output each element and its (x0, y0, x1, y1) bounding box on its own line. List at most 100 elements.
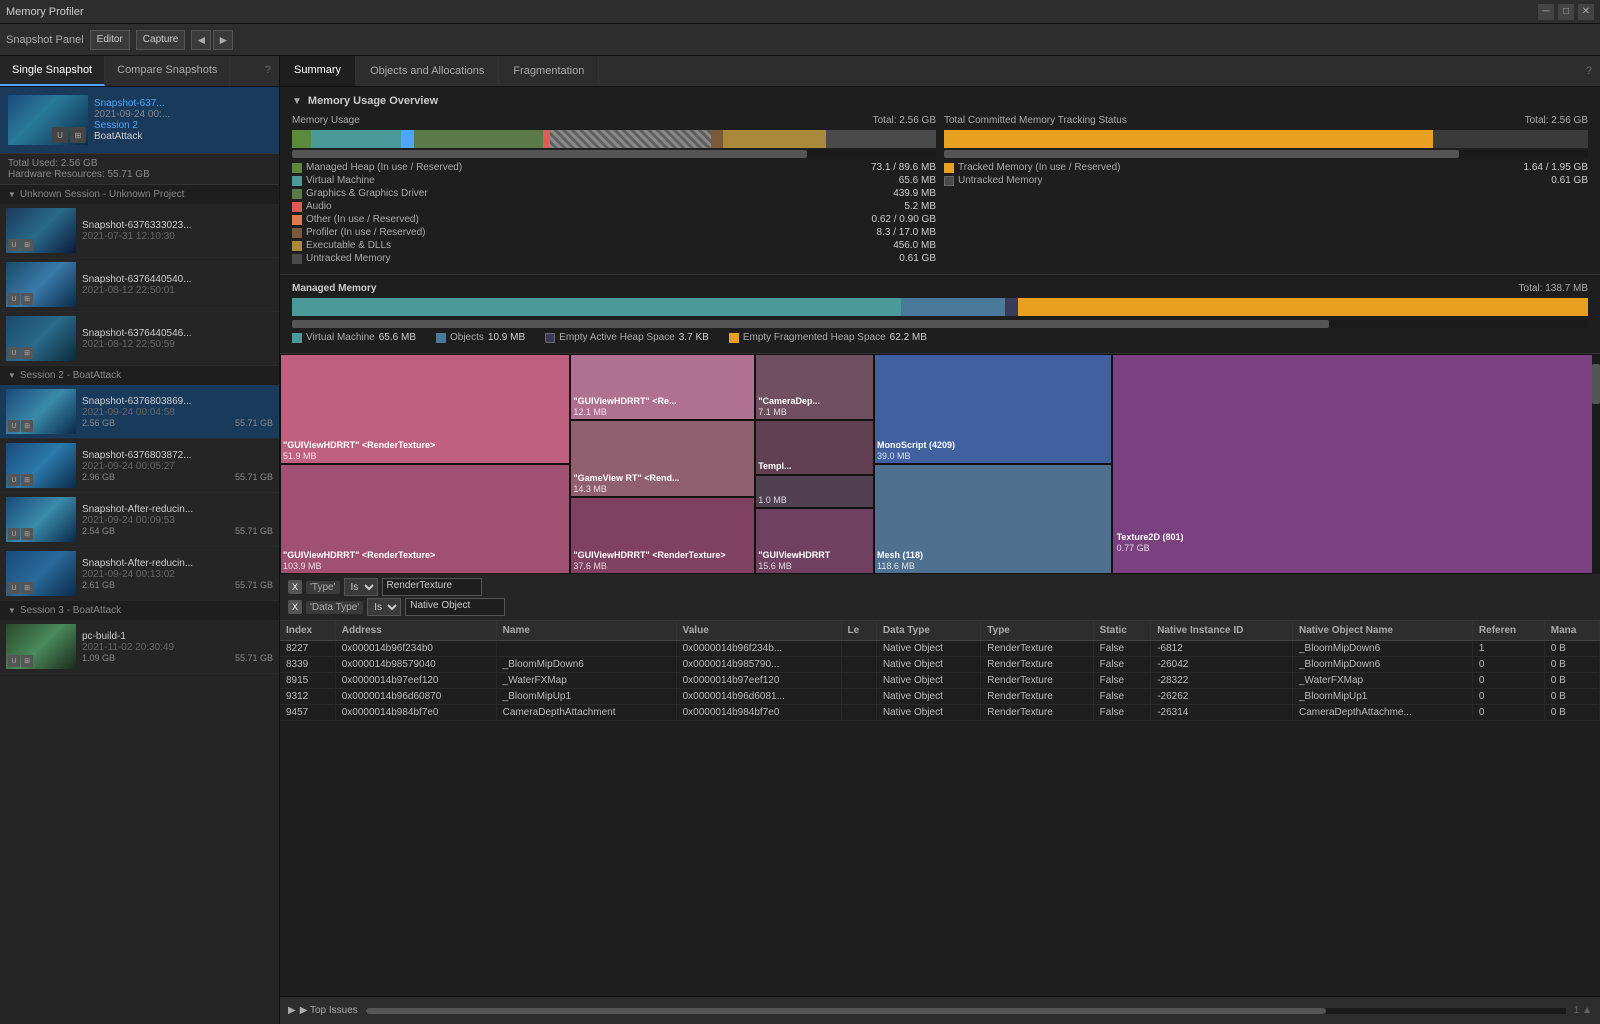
bar-empty-frag (1018, 298, 1588, 316)
tab-summary[interactable]: Summary (280, 56, 356, 86)
col-ref[interactable]: Referen (1472, 621, 1544, 641)
cell-native-id[interactable]: -6812 (1151, 641, 1293, 657)
table-row[interactable]: 8339 0x000014b98579040 _BloomMipDown6 0x… (280, 657, 1600, 673)
treemap-block-0[interactable]: "GUIViewHDRRT" <RenderTexture> 51.9 MB (280, 354, 570, 464)
treemap-block-2[interactable]: "GUIViewHDRRT" <Re... 12.1 MB (570, 354, 755, 420)
list-item[interactable]: U⊞ Snapshot-After-reducin... 2021-09-24 … (0, 493, 279, 547)
close-button[interactable]: ✕ (1578, 4, 1594, 20)
list-thumb-5: U⊞ (6, 497, 76, 542)
tracked-legend: Tracked Memory (In use / Reserved) 1.64 … (944, 162, 1588, 186)
cell-native-name[interactable]: _BloomMipDown6 (1292, 641, 1472, 657)
list-item[interactable]: U⊞ Snapshot-6376803872... 2021-09-24 00:… (0, 439, 279, 493)
legend-color-managed (292, 163, 302, 173)
legend-label-tracked: Tracked Memory (In use / Reserved) (958, 162, 1520, 173)
cell-native-name[interactable]: _BloomMipDown6 (1292, 657, 1472, 673)
legend-tracked: Tracked Memory (In use / Reserved) 1.64 … (944, 162, 1588, 173)
maximize-button[interactable]: □ (1558, 4, 1574, 20)
tab-objects-allocations[interactable]: Objects and Allocations (356, 57, 499, 85)
list-item[interactable]: U⊞ Snapshot-6376440546... 2021-08-12 22:… (0, 312, 279, 366)
session-header-1[interactable]: ▼ Session 2 - BoatAttack (0, 366, 279, 385)
cell-native-name[interactable]: CameraDepthAttachme... (1292, 705, 1472, 721)
treemap-block-4[interactable]: "GUIViewHDRRT" <RenderTexture> 37.6 MB (570, 497, 755, 574)
current-snapshot-thumb: U ⊞ (8, 95, 88, 145)
legend-label-empty-active: Empty Active Heap Space (559, 332, 675, 343)
horizontal-scrollbar[interactable] (366, 1008, 1566, 1014)
table-row[interactable]: 8915 0x0000014b97eef120 _WaterFXMap 0x00… (280, 673, 1600, 689)
table-row[interactable]: 8227 0x000014b96f234b0 0x0000014b96f234b… (280, 641, 1600, 657)
col-static[interactable]: Static (1093, 621, 1151, 641)
current-snapshot-name: Snapshot-637... (94, 98, 271, 109)
treemap-block-11[interactable]: Texture2D (801) 0.77 GB (1112, 354, 1600, 574)
cell-datatype: Native Object (876, 657, 980, 673)
treemap-block-9[interactable]: MonoScript (4209) 39.0 MB (874, 354, 1112, 464)
cell-native-name[interactable]: _BloomMipUp1 (1292, 689, 1472, 705)
memory-scrollbar[interactable] (292, 150, 936, 158)
legend-label-vm: Virtual Machine (306, 175, 895, 186)
panel-label: Snapshot Panel (6, 34, 84, 46)
session-header-0[interactable]: ▼ Unknown Session - Unknown Project (0, 185, 279, 204)
treemap-vscroll[interactable] (1592, 354, 1600, 574)
col-native-name[interactable]: Native Object Name (1292, 621, 1472, 641)
cell-native-id[interactable]: -28322 (1151, 673, 1293, 689)
bar-untracked2 (1433, 130, 1588, 148)
snapshot-list[interactable]: ▼ Unknown Session - Unknown Project U⊞ S… (0, 185, 279, 1024)
tab-compare-snapshots[interactable]: Compare Snapshots (105, 56, 230, 86)
cell-native-id[interactable]: -26042 (1151, 657, 1293, 673)
col-datatype[interactable]: Data Type (876, 621, 980, 641)
filter-op-0[interactable]: Is (344, 578, 378, 596)
collapse-icon[interactable]: ▼ (292, 96, 302, 107)
col-value[interactable]: Value (676, 621, 841, 641)
cell-mana: 0 B (1544, 641, 1599, 657)
right-help-icon[interactable]: ? (1578, 57, 1600, 85)
treemap-block-7[interactable]: 1.0 MB (755, 475, 874, 508)
hardware-resources: Hardware Resources: 55.71 GB (8, 169, 271, 180)
list-item[interactable]: U⊞ Snapshot-6376440540... 2021-08-12 22:… (0, 258, 279, 312)
tab-fragmentation[interactable]: Fragmentation (499, 57, 599, 85)
filter-remove-0[interactable]: X (288, 580, 302, 594)
capture-button[interactable]: Capture (136, 30, 186, 50)
col-name[interactable]: Name (496, 621, 676, 641)
treemap-block-10[interactable]: Mesh (118) 118.6 MB (874, 464, 1112, 574)
list-item[interactable]: U⊞ Snapshot-6376333023... 2021-07-31 12:… (0, 204, 279, 258)
treemap-vscroll-thumb[interactable] (1592, 364, 1600, 404)
table-row[interactable]: 9457 0x0000014b984bf7e0 CameraDepthAttac… (280, 705, 1600, 721)
table-row[interactable]: 9312 0x0000014b96d60870 _BloomMipUp1 0x0… (280, 689, 1600, 705)
treemap-block-6[interactable]: Templ... (755, 420, 874, 475)
scrollbar-thumb[interactable] (366, 1008, 1326, 1014)
left-help-icon[interactable]: ? (257, 56, 279, 86)
minimize-button[interactable]: ─ (1538, 4, 1554, 20)
top-issues-button[interactable]: ▶ ▶ Top Issues (288, 1005, 358, 1016)
cell-static: False (1093, 689, 1151, 705)
treemap-block-5[interactable]: "CameraDep... 7.1 MB (755, 354, 874, 420)
col-mana[interactable]: Mana (1544, 621, 1599, 641)
managed-scrollbar[interactable] (292, 320, 1588, 328)
nav-forward-button[interactable]: ► (213, 30, 233, 50)
col-le[interactable]: Le (841, 621, 876, 641)
list-item[interactable]: U⊞ pc-build-1 2021-11-02 20:30:49 1.09 G… (0, 620, 279, 674)
filter-op-1[interactable]: Is (367, 598, 401, 616)
legend-label-audio: Audio (306, 201, 900, 212)
current-snapshot-project: BoatAttack (94, 131, 271, 142)
list-item[interactable]: U⊞ Snapshot-After-reducin... 2021-09-24 … (0, 547, 279, 601)
cell-native-id[interactable]: -26314 (1151, 705, 1293, 721)
treemap-block-8[interactable]: "GUIViewHDRRT 15.6 MB (755, 508, 874, 574)
treemap-block-3[interactable]: "GameView RT" <Rend... 14.3 MB (570, 420, 755, 497)
list-item[interactable]: U⊞ Snapshot-6376803869... 2021-09-24 00:… (0, 385, 279, 439)
nav-back-button[interactable]: ◄ (191, 30, 211, 50)
col-native-id[interactable]: Native Instance ID (1151, 621, 1293, 641)
cell-native-id[interactable]: -26262 (1151, 689, 1293, 705)
col-type[interactable]: Type (981, 621, 1093, 641)
tab-single-snapshot[interactable]: Single Snapshot (0, 56, 105, 86)
data-table-area[interactable]: Index Address Name Value Le Data Type Ty… (280, 621, 1600, 996)
session-header-2[interactable]: ▼ Session 3 - BoatAttack (0, 601, 279, 620)
legend-value-mvm: 65.6 MB (379, 332, 416, 343)
legend-value-empty-active: 3.7 KB (679, 332, 709, 343)
current-snapshot-item[interactable]: U ⊞ Snapshot-637... 2021-09-24 00:... Se… (4, 91, 275, 149)
col-address[interactable]: Address (335, 621, 496, 641)
tracked-scrollbar[interactable] (944, 150, 1588, 158)
col-index[interactable]: Index (280, 621, 335, 641)
treemap-block-1[interactable]: "GUIViewHDRRT" <RenderTexture> 103.9 MB (280, 464, 570, 574)
editor-button[interactable]: Editor (90, 30, 130, 50)
filter-remove-1[interactable]: X (288, 600, 302, 614)
cell-native-name[interactable]: _WaterFXMap (1292, 673, 1472, 689)
